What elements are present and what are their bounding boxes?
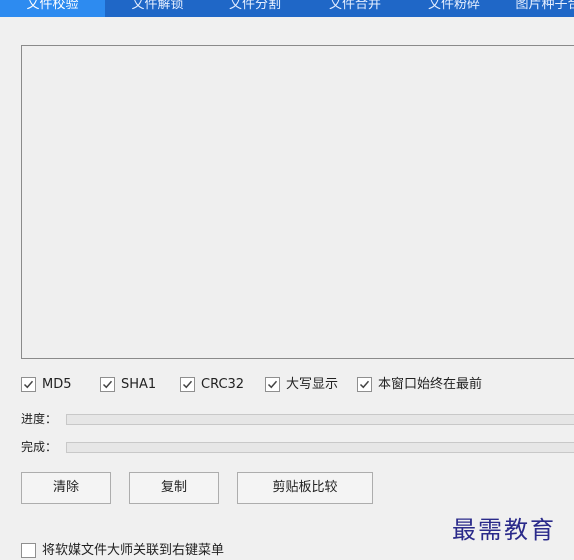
always-on-top-option[interactable]: 本窗口始终在最前 xyxy=(357,375,497,395)
tab-file-split[interactable]: 文件分割 xyxy=(205,0,305,17)
always-on-top-checkbox[interactable] xyxy=(357,377,372,392)
tab-file-merge[interactable]: 文件合并 xyxy=(305,0,405,17)
check-icon xyxy=(267,380,278,389)
progress-row: 进度： xyxy=(21,411,574,427)
progress-bar xyxy=(66,414,574,425)
crc32-option[interactable]: CRC32 xyxy=(180,375,265,395)
sha1-label: SHA1 xyxy=(121,377,157,392)
hash-output-area[interactable] xyxy=(21,45,574,359)
watermark-text: 最需教育 xyxy=(452,516,556,544)
sha1-checkbox[interactable] xyxy=(100,377,115,392)
context-menu-checkbox[interactable] xyxy=(21,543,36,558)
crc32-checkbox[interactable] xyxy=(180,377,195,392)
clipboard-compare-button[interactable]: 剪贴板比较 xyxy=(237,472,373,504)
always-on-top-label: 本窗口始终在最前 xyxy=(378,377,483,392)
md5-option[interactable]: MD5 xyxy=(21,375,101,395)
md5-label: MD5 xyxy=(42,377,72,392)
progress-label: 进度： xyxy=(21,412,58,426)
context-menu-label: 将软媒文件大师关联到右键菜单 xyxy=(42,543,225,558)
check-icon xyxy=(182,380,193,389)
check-icon xyxy=(23,380,34,389)
md5-checkbox[interactable] xyxy=(21,377,36,392)
check-icon xyxy=(102,380,113,389)
tab-file-unlock[interactable]: 文件解锁 xyxy=(105,0,210,17)
sha1-option[interactable]: SHA1 xyxy=(100,375,180,395)
copy-button[interactable]: 复制 xyxy=(129,472,219,504)
tab-bar: 文件校验 文件解锁 文件分割 文件合并 文件粉碎 图片种子合 xyxy=(0,0,574,17)
crc32-label: CRC32 xyxy=(201,377,245,392)
uppercase-label: 大写显示 xyxy=(286,377,339,392)
tab-image-seed[interactable]: 图片种子合 xyxy=(503,0,574,17)
complete-label: 完成： xyxy=(21,440,58,454)
check-icon xyxy=(359,380,370,389)
complete-row: 完成： xyxy=(21,439,574,455)
complete-bar xyxy=(66,442,574,453)
tab-file-shred[interactable]: 文件粉碎 xyxy=(405,0,503,17)
uppercase-option[interactable]: 大写显示 xyxy=(265,375,357,395)
uppercase-checkbox[interactable] xyxy=(265,377,280,392)
clear-button[interactable]: 清除 xyxy=(21,472,111,504)
file-verify-window: 文件校验 文件解锁 文件分割 文件合并 文件粉碎 图片种子合 MD5 SHA1 … xyxy=(0,0,574,560)
tab-file-verify[interactable]: 文件校验 xyxy=(0,0,105,17)
